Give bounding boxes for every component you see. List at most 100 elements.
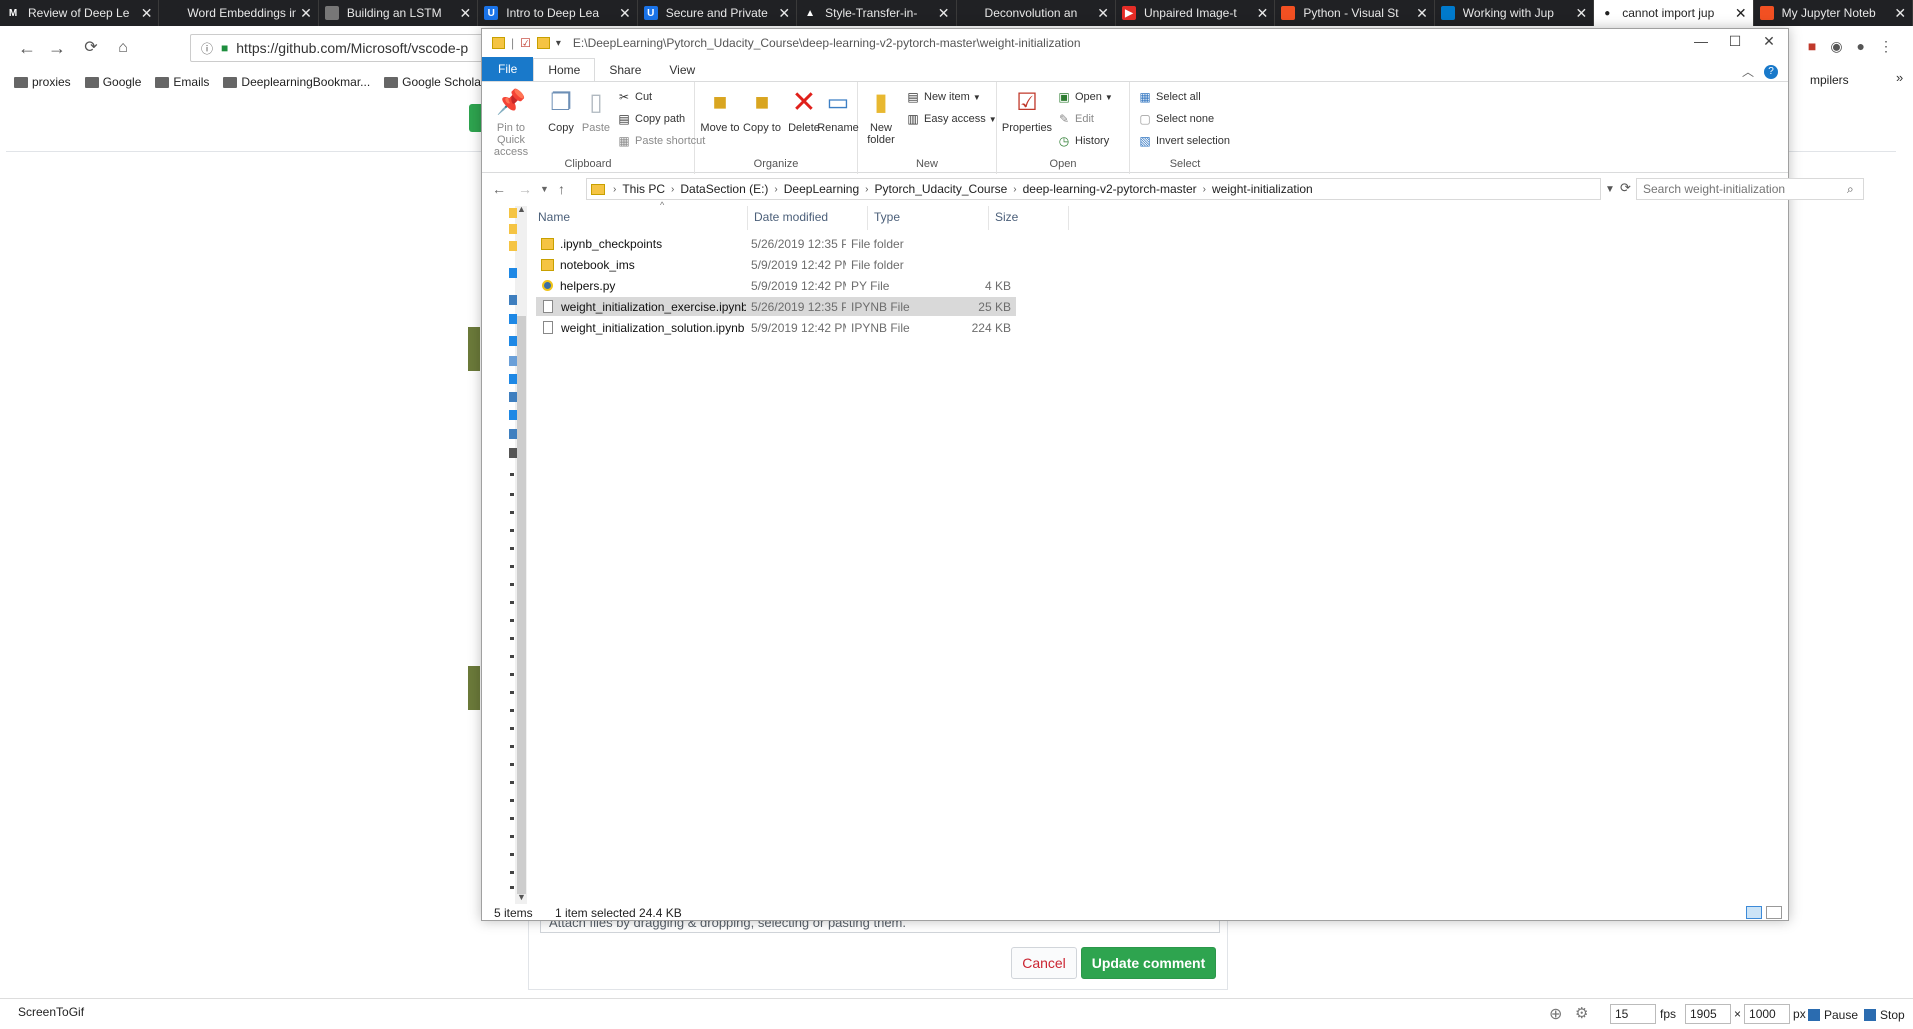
nav-tree-icon[interactable] bbox=[510, 727, 514, 730]
bookmarks-overflow-icon[interactable]: » bbox=[1896, 70, 1903, 85]
customize-quick-access-icon[interactable]: ▾ bbox=[556, 38, 561, 49]
close-tab-icon[interactable]: ✕ bbox=[619, 5, 631, 22]
url-bar[interactable]: ⓘ ■ https://github.com/Microsoft/vscode-… bbox=[190, 34, 490, 62]
navigation-pane[interactable]: ▲ ▼ bbox=[482, 204, 527, 904]
file-row[interactable]: weight_initialization_exercise.ipynb 5/26… bbox=[536, 297, 1016, 316]
nav-tree-icon[interactable] bbox=[510, 529, 514, 532]
close-tab-icon[interactable]: ✕ bbox=[1894, 5, 1906, 22]
scroll-up-icon[interactable]: ▲ bbox=[517, 204, 526, 214]
address-dropdown-icon[interactable]: ▼ bbox=[1605, 184, 1615, 195]
nav-tree-icon[interactable] bbox=[509, 410, 517, 420]
close-tab-icon[interactable]: ✕ bbox=[1257, 5, 1269, 22]
browser-tab[interactable]: My Jupyter Noteb ✕ bbox=[1754, 0, 1913, 26]
browser-tab[interactable]: ● cannot import jup ✕ bbox=[1594, 0, 1754, 26]
back-icon[interactable]: ← bbox=[492, 181, 506, 197]
nav-tree-icon[interactable] bbox=[510, 886, 514, 889]
nav-tree-icon[interactable] bbox=[509, 374, 517, 384]
file-row[interactable]: .ipynb_checkpoints 5/26/2019 12:35 PM File… bbox=[536, 234, 1016, 253]
copy-to-button[interactable]: ■ Copy to bbox=[741, 88, 783, 135]
reload-icon[interactable]: ⟳ bbox=[78, 35, 104, 61]
github-green-button-edge[interactable] bbox=[469, 104, 481, 132]
nav-tree-icon[interactable] bbox=[509, 356, 517, 366]
select-none-button[interactable]: ▢ Select none bbox=[1138, 112, 1214, 126]
nav-tree-icon[interactable] bbox=[509, 241, 517, 251]
tab-file[interactable]: File bbox=[482, 57, 534, 81]
bookmark-item[interactable]: DeeplearningBookmar... bbox=[223, 75, 370, 89]
open-button[interactable]: ▣ Open ▼ bbox=[1057, 90, 1113, 104]
nav-tree-icon[interactable] bbox=[510, 673, 514, 676]
nav-tree-icon[interactable] bbox=[510, 835, 514, 838]
close-tab-icon[interactable]: ✕ bbox=[778, 5, 790, 22]
column-size[interactable]: Size bbox=[989, 206, 1069, 230]
nav-tree-icon[interactable] bbox=[510, 583, 514, 586]
nav-tree-icon[interactable] bbox=[510, 547, 514, 550]
nav-tree-icon[interactable] bbox=[509, 224, 517, 234]
browser-tab[interactable]: Building an LSTM ✕ bbox=[319, 0, 479, 26]
close-tab-icon[interactable]: ✕ bbox=[1735, 5, 1747, 22]
nav-tree-icon[interactable] bbox=[509, 295, 517, 305]
select-all-button[interactable]: ▦ Select all bbox=[1138, 90, 1200, 104]
pin-quick-access-button[interactable]: 📌 Pin to Quick access bbox=[486, 88, 536, 159]
nav-tree-icon[interactable] bbox=[510, 691, 514, 694]
recent-locations-icon[interactable]: ▼ bbox=[540, 184, 549, 194]
close-tab-icon[interactable]: ✕ bbox=[1575, 5, 1587, 22]
update-comment-button[interactable]: Update comment bbox=[1081, 947, 1216, 979]
nav-tree-icon[interactable] bbox=[510, 601, 514, 604]
back-icon[interactable]: ← bbox=[14, 35, 40, 61]
browser-tab[interactable]: ▲ Style-Transfer-in- ✕ bbox=[797, 0, 957, 26]
nav-tree-icon[interactable] bbox=[509, 392, 517, 402]
rename-button[interactable]: ▭ Rename bbox=[817, 88, 859, 135]
address-bar[interactable]: › This PC › DataSection (E:) › DeepLearn… bbox=[586, 178, 1601, 200]
close-tab-icon[interactable]: ✕ bbox=[938, 5, 950, 22]
tab-view[interactable]: View bbox=[655, 59, 709, 81]
minimize-icon[interactable]: — bbox=[1686, 33, 1716, 49]
scroll-down-icon[interactable]: ▼ bbox=[517, 892, 526, 902]
maximize-icon[interactable]: ☐ bbox=[1720, 33, 1750, 50]
fps-field[interactable]: 15 bbox=[1610, 1004, 1656, 1024]
nav-tree-icon[interactable] bbox=[510, 637, 514, 640]
file-row[interactable]: notebook_ims 5/9/2019 12:42 PM File folder bbox=[536, 255, 1016, 274]
close-tab-icon[interactable]: ✕ bbox=[1097, 5, 1109, 22]
new-folder-icon[interactable] bbox=[536, 37, 550, 49]
nav-tree-icon[interactable] bbox=[509, 336, 517, 346]
forward-icon[interactable]: → bbox=[518, 181, 532, 197]
nav-tree-icon[interactable] bbox=[509, 268, 517, 278]
large-icons-view-icon[interactable] bbox=[1766, 906, 1782, 919]
browser-tab[interactable]: U Intro to Deep Lea ✕ bbox=[478, 0, 638, 26]
browser-tab[interactable]: Deconvolution an ✕ bbox=[957, 0, 1116, 26]
new-folder-button[interactable]: ▮ New folder bbox=[860, 88, 902, 147]
nav-tree-icon[interactable] bbox=[510, 763, 514, 766]
nav-tree-icon[interactable] bbox=[510, 619, 514, 622]
close-tab-icon[interactable]: ✕ bbox=[460, 5, 472, 22]
nav-tree-icon[interactable] bbox=[509, 314, 517, 324]
browser-tab[interactable]: Working with Jup ✕ bbox=[1435, 0, 1595, 26]
close-tab-icon[interactable]: ✕ bbox=[1416, 5, 1428, 22]
nav-tree-icon[interactable] bbox=[510, 655, 514, 658]
nav-tree-icon[interactable] bbox=[510, 511, 514, 514]
cut-button[interactable]: ✂ Cut bbox=[617, 90, 652, 104]
help-icon[interactable]: ? bbox=[1764, 64, 1778, 79]
chevron-right-icon[interactable]: › bbox=[671, 184, 674, 195]
extension-icon[interactable]: ◉ bbox=[1830, 38, 1842, 55]
nav-tree-icon[interactable] bbox=[509, 429, 517, 439]
browser-tab[interactable]: ▶ Unpaired Image-t ✕ bbox=[1116, 0, 1276, 26]
browser-tab[interactable]: Word Embeddings in ✕ bbox=[159, 0, 319, 26]
profile-icon[interactable]: ● bbox=[1857, 38, 1865, 55]
nav-tree-icon[interactable] bbox=[509, 208, 517, 218]
breadcrumb-drive[interactable]: DataSection (E:) bbox=[680, 182, 768, 196]
settings-icon[interactable]: ⚙ bbox=[1575, 1004, 1588, 1022]
column-name[interactable]: Name bbox=[532, 206, 748, 230]
collapse-ribbon-icon[interactable]: ︿ bbox=[1742, 63, 1754, 80]
breadcrumb-course[interactable]: Pytorch_Udacity_Course bbox=[875, 182, 1008, 196]
details-view-icon[interactable] bbox=[1746, 906, 1762, 919]
nav-tree-icon[interactable] bbox=[510, 473, 514, 476]
move-to-button[interactable]: ■ Move to bbox=[699, 88, 741, 135]
nav-tree-icon[interactable] bbox=[510, 799, 514, 802]
nav-tree-icon[interactable] bbox=[510, 745, 514, 748]
bookmark-item[interactable]: Google bbox=[84, 75, 141, 89]
file-row[interactable]: helpers.py 5/9/2019 12:42 PM PY File 4 KB bbox=[536, 276, 1016, 295]
search-input[interactable] bbox=[1636, 178, 1864, 200]
stop-button[interactable]: Stop bbox=[1864, 1008, 1905, 1022]
breadcrumb-this-pc[interactable]: This PC bbox=[622, 182, 665, 196]
nav-tree-icon[interactable] bbox=[510, 565, 514, 568]
